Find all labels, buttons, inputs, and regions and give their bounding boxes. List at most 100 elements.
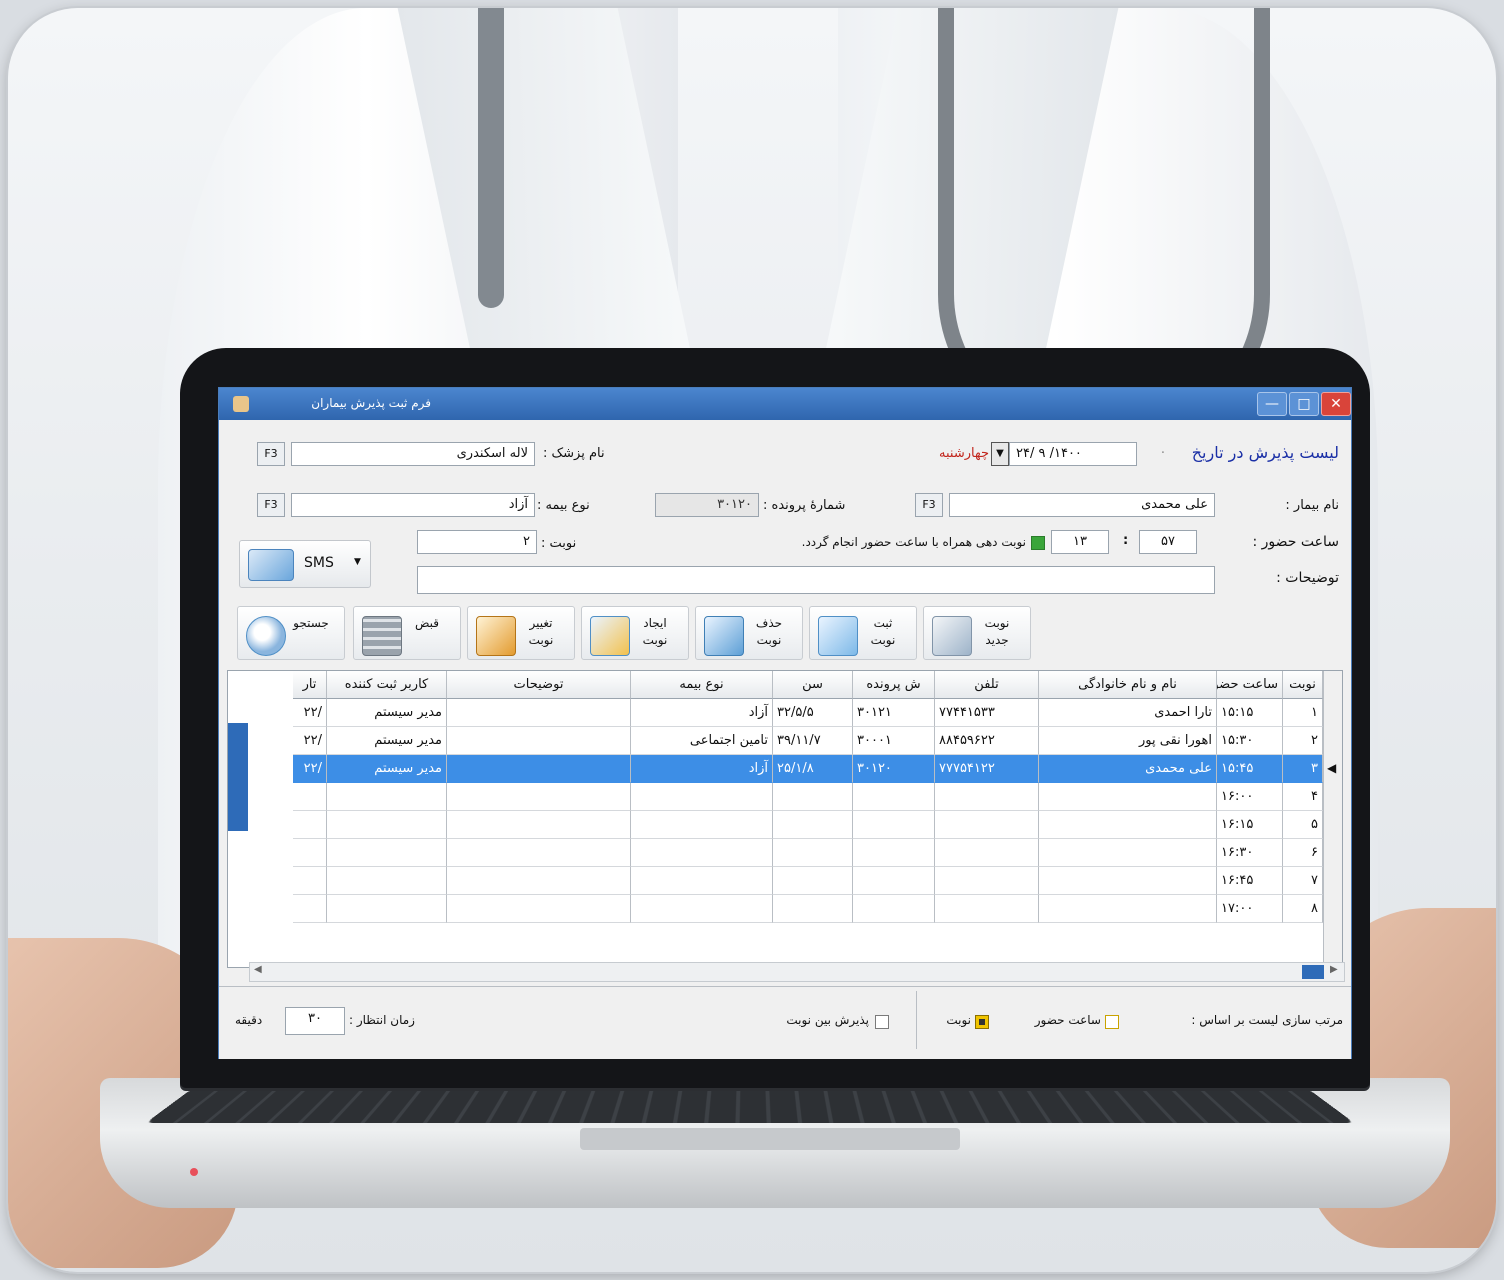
grid-column-header[interactable]: توضیحات: [447, 671, 631, 699]
grid-cell[interactable]: ۱۵:۳۰: [1217, 727, 1283, 755]
grid-cell[interactable]: [853, 839, 935, 867]
between-turns-checkbox[interactable]: [875, 1015, 889, 1029]
grid-cell[interactable]: ۱۶:۳۰: [1217, 839, 1283, 867]
grid-cell[interactable]: [773, 783, 853, 811]
grid-cell[interactable]: [293, 895, 327, 923]
grid-column-header[interactable]: تلفن: [935, 671, 1039, 699]
doctor-name-field[interactable]: لاله اسکندری: [291, 442, 535, 466]
grid-column-header[interactable]: نام و نام خانوادگی: [1039, 671, 1217, 699]
grid-cell[interactable]: ۸: [1283, 895, 1323, 923]
grid-cell[interactable]: [935, 867, 1039, 895]
grid-cell[interactable]: [293, 783, 327, 811]
grid-cell[interactable]: /۲۲: [293, 727, 327, 755]
grid-cell[interactable]: آزاد: [631, 755, 773, 783]
grid-cell[interactable]: [447, 839, 631, 867]
grid-cell[interactable]: [1039, 783, 1217, 811]
grid-cell[interactable]: [327, 783, 447, 811]
grid-cell[interactable]: [447, 783, 631, 811]
grid-cell[interactable]: ۳۰۱۲۰: [853, 755, 935, 783]
grid-cell[interactable]: [1039, 895, 1217, 923]
patient-f3-button[interactable]: F3: [915, 493, 943, 517]
grid-cell[interactable]: ۱۶:۱۵: [1217, 811, 1283, 839]
grid-cell[interactable]: [631, 783, 773, 811]
arrival-minute-field[interactable]: ۵۷: [1139, 530, 1197, 554]
grid-cell[interactable]: [447, 755, 631, 783]
save-turn-button[interactable]: ثبت نوبت: [809, 606, 917, 660]
grid-cell[interactable]: ۲: [1283, 727, 1323, 755]
arrival-hour-field[interactable]: ۱۳: [1051, 530, 1109, 554]
grid-cell[interactable]: [631, 895, 773, 923]
insurance-f3-button[interactable]: F3: [257, 493, 285, 517]
sms-button[interactable]: SMS ▼: [239, 540, 371, 588]
minimize-button[interactable]: —: [1257, 392, 1287, 416]
date-dropdown-button[interactable]: ▼: [991, 442, 1009, 466]
create-turn-button[interactable]: ایجاد نوبت: [581, 606, 689, 660]
grid-cell[interactable]: [1039, 811, 1217, 839]
grid-cell[interactable]: [293, 839, 327, 867]
grid-cell[interactable]: ۲۵/۱/۸: [773, 755, 853, 783]
grid-cell[interactable]: ۱۶:۰۰: [1217, 783, 1283, 811]
doctor-f3-button[interactable]: F3: [257, 442, 285, 466]
grid-cell[interactable]: ۳۰۱۲۱: [853, 699, 935, 727]
grid-column-header[interactable]: ساعت حضور: [1217, 671, 1283, 699]
grid-cell[interactable]: ۱۵:۱۵: [1217, 699, 1283, 727]
grid-cell[interactable]: آزاد: [631, 699, 773, 727]
grid-cell[interactable]: [631, 839, 773, 867]
grid-cell[interactable]: [853, 867, 935, 895]
grid-cell[interactable]: [1039, 867, 1217, 895]
horizontal-scrollbar[interactable]: ◀ ▶: [249, 962, 1345, 982]
turn-field[interactable]: ۲: [417, 530, 537, 554]
grid-cell[interactable]: [327, 867, 447, 895]
grid-cell[interactable]: مدیر سیستم: [327, 727, 447, 755]
grid-cell[interactable]: ۵: [1283, 811, 1323, 839]
grid-cell[interactable]: ۱: [1283, 699, 1323, 727]
notes-field[interactable]: [417, 566, 1215, 594]
grid-cell[interactable]: [935, 783, 1039, 811]
grid-cell[interactable]: /۲۲: [293, 699, 327, 727]
grid-cell[interactable]: ۷۷۷۵۴۱۲۲: [935, 755, 1039, 783]
grid-cell[interactable]: [293, 867, 327, 895]
grid-cell[interactable]: [935, 811, 1039, 839]
grid-cell[interactable]: مدیر سیستم: [327, 699, 447, 727]
grid-column-header[interactable]: نوبت: [1283, 671, 1323, 699]
grid-cell[interactable]: ۷: [1283, 867, 1323, 895]
grid-cell[interactable]: ۷۷۴۴۱۵۳۳: [935, 699, 1039, 727]
delete-turn-button[interactable]: حذف نوبت: [695, 606, 803, 660]
grid-cell[interactable]: ۱۵:۴۵: [1217, 755, 1283, 783]
grid-cell[interactable]: ۳: [1283, 755, 1323, 783]
grid-cell[interactable]: [327, 811, 447, 839]
turn-with-time-checkbox[interactable]: [1031, 536, 1045, 550]
grid-cell[interactable]: اهورا نقی پور: [1039, 727, 1217, 755]
grid-cell[interactable]: /۲۲: [293, 755, 327, 783]
sort-arrival-checkbox[interactable]: [1105, 1015, 1119, 1029]
grid-cell[interactable]: [935, 895, 1039, 923]
grid-cell[interactable]: [447, 699, 631, 727]
change-turn-button[interactable]: تغییر نوبت: [467, 606, 575, 660]
grid-cell[interactable]: ۱۷:۰۰: [1217, 895, 1283, 923]
grid-cell[interactable]: تارا احمدی: [1039, 699, 1217, 727]
grid-cell[interactable]: [773, 811, 853, 839]
scroll-left-icon[interactable]: ◀: [254, 964, 262, 975]
grid-cell[interactable]: تامین اجتماعی: [631, 727, 773, 755]
new-turn-button[interactable]: نوبت جدید: [923, 606, 1031, 660]
grid-cell[interactable]: ۱۶:۴۵: [1217, 867, 1283, 895]
grid-column-header[interactable]: کاربر ثبت کننده: [327, 671, 447, 699]
grid-column-header[interactable]: سن: [773, 671, 853, 699]
grid-cell[interactable]: [293, 811, 327, 839]
grid-cell[interactable]: [853, 895, 935, 923]
grid-cell[interactable]: [447, 867, 631, 895]
grid-cell[interactable]: [773, 839, 853, 867]
sort-turn-checkbox[interactable]: [975, 1015, 989, 1029]
grid-column-header[interactable]: نوع بیمه: [631, 671, 773, 699]
grid-column-header[interactable]: ش پرونده: [853, 671, 935, 699]
scrollbar-thumb[interactable]: [1302, 965, 1324, 979]
grid-cell[interactable]: ۳۲/۵/۵: [773, 699, 853, 727]
grid-cell[interactable]: ۴: [1283, 783, 1323, 811]
grid-cell[interactable]: [447, 727, 631, 755]
grid-cell[interactable]: [327, 839, 447, 867]
patient-name-field[interactable]: علی محمدی: [949, 493, 1215, 517]
grid-column-header[interactable]: تار: [293, 671, 327, 699]
grid-cell[interactable]: [853, 783, 935, 811]
grid-cell[interactable]: علی محمدی: [1039, 755, 1217, 783]
close-button[interactable]: ✕: [1321, 392, 1351, 416]
